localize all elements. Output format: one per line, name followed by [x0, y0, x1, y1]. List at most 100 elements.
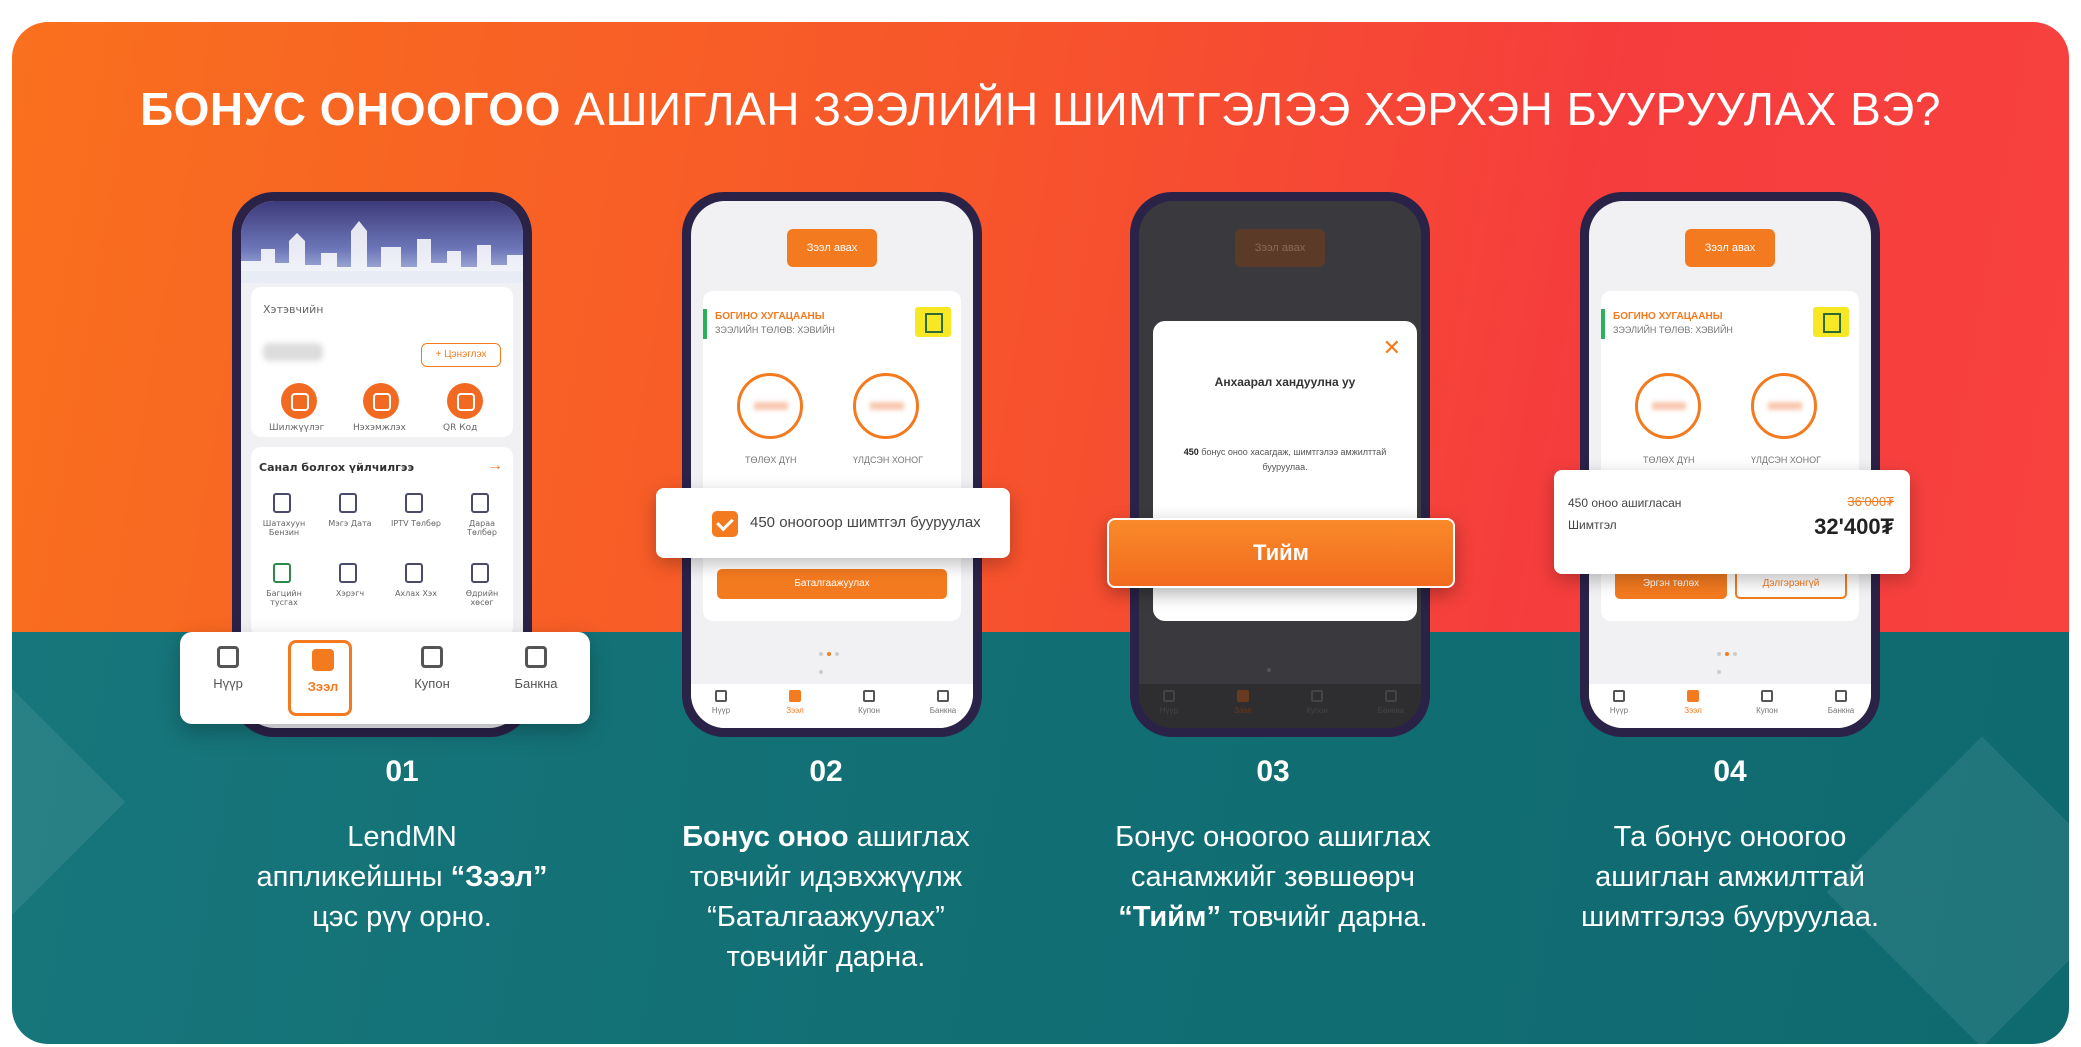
service-label: Хэрэгч — [335, 589, 365, 598]
step-3: 03 Бонус оноогоо ашиглах санамжийг зөвшө… — [1083, 755, 1463, 937]
page-dots — [1715, 643, 1745, 674]
nav-bag: Банкна — [1371, 690, 1411, 715]
modal-title: Анхаарал хандуулна уу — [1214, 375, 1356, 389]
nav-label: Нүүр — [1609, 706, 1629, 715]
bag-icon — [1385, 690, 1397, 702]
step-4: 04 Та бонус оноогоо ашиглан амжилттай ши… — [1540, 755, 1920, 937]
bag-icon — [525, 646, 547, 668]
ring-label: ҮЛДСЭН ХОНОГ — [1751, 455, 1821, 465]
ring-label: ҮЛДСЭН ХОНОГ — [853, 455, 923, 465]
wallet-card: Хэтэвчийн + Цэнэглэх Шилжүүлэг Нэхэмжлэх… — [251, 287, 513, 437]
nav-bag[interactable]: Банкна — [1821, 690, 1861, 715]
service-label: Багцийн тусгах — [266, 589, 302, 607]
bottom-nav: Нүүр Зээл Купон Банкна — [1589, 684, 1871, 728]
qr-code-icon[interactable] — [447, 383, 483, 419]
car-icon[interactable] — [471, 563, 489, 583]
nav-loan[interactable]: Зээл — [1673, 690, 1713, 715]
nav-label: Зээл — [786, 706, 804, 715]
nav-coupon[interactable]: Купон — [392, 646, 472, 691]
fuel-icon[interactable] — [273, 493, 291, 513]
nav-label: Банкна — [514, 676, 558, 691]
get-loan-button: Зээл авах — [1235, 229, 1325, 267]
ring-label: ТӨЛӨХ ДҮН — [745, 455, 797, 465]
balance-blurred — [263, 343, 323, 361]
phone-step-3: Зээл авах ✕ Анхаарал хандуулна уу 450 бо… — [1130, 192, 1430, 737]
city-skyline-icon — [241, 221, 523, 283]
bill-icon[interactable] — [471, 493, 489, 513]
page-dots — [1265, 659, 1295, 672]
tv-icon[interactable] — [405, 493, 423, 513]
headline: БОНУС ОНООГОО АШИГЛАН ЗЭЭЛИЙН ШИМТГЭЛЭЭ … — [0, 82, 2081, 136]
nav-coupon: Купон — [1297, 690, 1337, 715]
wallet-label: Хэтэвчийн — [263, 303, 324, 316]
nav-label: Банкна — [929, 706, 957, 715]
nav-coupon[interactable]: Купон — [1747, 690, 1787, 715]
nav-coupon[interactable]: Купон — [849, 690, 889, 715]
coupon-icon — [1761, 690, 1773, 702]
home-icon — [1163, 690, 1175, 702]
phone-step-2: Зээл авах БОГИНО ХУГАЦААНЫ ЗЭЭЛИЙН ТӨЛӨВ… — [682, 192, 982, 737]
sim-icon[interactable] — [339, 493, 357, 513]
services-panel: Санал болгох үйлчилгээ → Шатахуун Бензин… — [251, 447, 513, 637]
phone-step-4: Зээл авах БОГИНО ХУГАЦААНЫ ЗЭЭЛИЙН ТӨЛӨВ… — [1580, 192, 1880, 737]
confirm-button[interactable]: Баталгаажуулах — [717, 569, 947, 599]
fee-label: Шимтгэл — [1568, 518, 1617, 532]
yes-button[interactable]: Тийм — [1107, 518, 1455, 588]
service-label: Дараа Төлбөр — [467, 519, 497, 537]
invoice-icon[interactable] — [363, 383, 399, 419]
app-header — [241, 201, 523, 283]
service-label: Шатахуун Бензин — [262, 519, 306, 537]
nav-loan: Зээл — [1223, 690, 1263, 715]
nav-bag[interactable]: Банкна — [496, 646, 576, 691]
helper-icon[interactable] — [339, 563, 357, 583]
step-text: Та бонус оноогоо ашиглан амжилттай шимтг… — [1580, 821, 1880, 933]
coupon-icon — [1311, 690, 1323, 702]
step-number: 02 — [809, 755, 843, 788]
nav-home[interactable]: Нүүр — [188, 646, 268, 691]
days-ring — [853, 373, 919, 439]
days-ring — [1751, 373, 1817, 439]
close-icon[interactable]: ✕ — [1383, 335, 1401, 361]
nav-loan[interactable]: Зээл — [775, 690, 815, 715]
step-text: Бонус оноогоо ашиглах санамжийг зөвшөөрч… — [1115, 821, 1431, 933]
bag-icon — [1835, 690, 1847, 702]
service-label: IPTV Төлбөр — [391, 519, 441, 528]
nav-loan[interactable]: Зээл — [288, 640, 352, 716]
nav-label: Купон — [858, 706, 880, 715]
loan-status: ЗЭЭЛИЙН ТӨЛӨВ: ХЭВИЙН — [715, 325, 835, 335]
phone-screen: Зээл авах БОГИНО ХУГАЦААНЫ ЗЭЭЛИЙН ТӨЛӨВ… — [691, 201, 973, 728]
package-icon[interactable] — [273, 563, 291, 583]
nav-home[interactable]: Нүүр — [1599, 690, 1639, 715]
get-loan-button[interactable]: Зээл авах — [1685, 229, 1775, 267]
bonus-checkbox[interactable] — [712, 511, 738, 537]
nav-label: Нүүр — [1159, 706, 1179, 715]
get-loan-button[interactable]: Зээл авах — [787, 229, 877, 267]
nav-label: Нүүр — [213, 676, 243, 691]
transfer-icon[interactable] — [281, 383, 317, 419]
step-text: Бонус оноо ашиглах товчийг идэвхжүүлж “Б… — [682, 821, 970, 973]
nav-label: Зээл — [1684, 706, 1702, 715]
headline-bold: БОНУС ОНООГОО — [140, 83, 561, 135]
phone-screen: Зээл авах БОГИНО ХУГАЦААНЫ ЗЭЭЛИЙН ТӨЛӨВ… — [1589, 201, 1871, 728]
topup-button[interactable]: + Цэнэглэх — [421, 343, 501, 367]
step-1: 01 LendMN аппликейшны “Зээл” цэс рүү орн… — [212, 755, 592, 937]
arrow-right-icon[interactable]: → — [487, 457, 503, 475]
nav-home: Нүүр — [1149, 690, 1189, 715]
old-fee: 36'000₮ — [1847, 494, 1894, 509]
bottom-nav: Нүүр Зээл Купон Банкна — [691, 684, 973, 728]
loan-icon — [789, 690, 801, 702]
nav-bag[interactable]: Банкна — [923, 690, 963, 715]
gift-icon — [915, 307, 951, 337]
amount-ring — [1635, 373, 1701, 439]
nav-label: Банкна — [1377, 706, 1405, 715]
home-icon — [1613, 690, 1625, 702]
ring-label: ТӨЛӨХ ДҮН — [1643, 455, 1695, 465]
loan-icon — [1687, 690, 1699, 702]
bonus-checkbox-popup[interactable]: 450 оноогоор шимтгэл бууруулах — [656, 488, 1010, 558]
nav-home[interactable]: Нүүр — [701, 690, 741, 715]
phone-screen: Зээл авах ✕ Анхаарал хандуулна уу 450 бо… — [1139, 201, 1421, 728]
nav-label: Купон — [1756, 706, 1778, 715]
brand-icon[interactable] — [405, 563, 423, 583]
bag-icon — [937, 690, 949, 702]
coupon-icon — [863, 690, 875, 702]
